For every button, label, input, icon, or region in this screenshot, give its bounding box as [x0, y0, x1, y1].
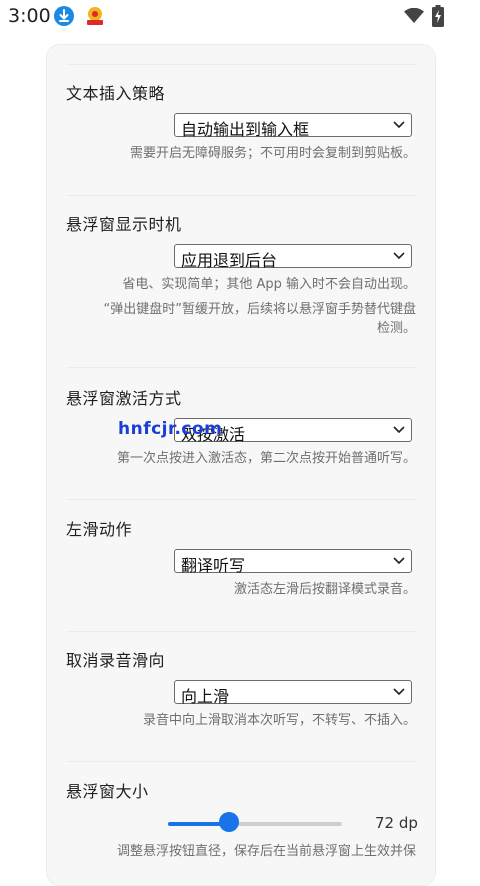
select-value: 翻译听写: [181, 556, 246, 575]
divider: [66, 761, 416, 762]
divider: [66, 195, 416, 196]
setting-description: 调整悬浮按钮直径，保存后在当前悬浮窗上生效并保: [116, 844, 416, 859]
setting-title: 悬浮窗激活方式: [66, 389, 182, 408]
chevron-down-icon: [393, 557, 405, 565]
setting-title: 取消录音滑向: [66, 651, 166, 670]
setting-description: 录音中向上滑取消本次听写，不转写、不插入。: [142, 713, 416, 728]
divider: [66, 631, 416, 632]
download-icon: [54, 6, 74, 26]
select-value: 向上滑: [181, 687, 230, 706]
wifi-icon: [404, 7, 424, 24]
setting-description: 检测。: [376, 321, 416, 336]
watermark-text: hnfcjr.com: [118, 419, 223, 439]
text-insert-strategy-select[interactable]: 自动输出到输入框: [174, 113, 412, 139]
chevron-down-icon: [393, 252, 405, 260]
chevron-down-icon: [393, 426, 405, 434]
setting-title: 悬浮窗大小: [66, 782, 149, 801]
cancel-recording-swipe-select[interactable]: 向上滑: [174, 680, 412, 706]
chevron-down-icon: [393, 121, 405, 129]
setting-description: 第一次点按进入激活态，第二次点按开始普通听写。: [116, 451, 416, 466]
select-value: 自动输出到输入框: [181, 120, 310, 139]
size-slider-value: 72 dp: [375, 814, 418, 832]
divider: [66, 64, 416, 65]
divider: [66, 499, 416, 500]
select-value: 应用退到后台: [181, 251, 278, 270]
chevron-down-icon: [393, 688, 405, 696]
float-window-timing-select[interactable]: 应用退到后台: [174, 244, 412, 270]
setting-description: 激活态左滑后按翻译模式录音。: [233, 582, 416, 597]
swipe-left-action-select[interactable]: 翻译听写: [174, 549, 412, 575]
battery-charging-icon: [432, 5, 444, 27]
status-time: 3:00: [8, 5, 51, 27]
app-badge-icon: [84, 5, 106, 27]
setting-description: 省电、实现简单；其他 App 输入时不会自动出现。: [122, 277, 416, 292]
setting-title: 左滑动作: [66, 520, 133, 539]
divider: [66, 367, 416, 368]
status-bar: 3:00: [0, 0, 480, 32]
setting-description: “弹出键盘时”暂缓开放，后续将以悬浮窗手势替代键盘: [103, 302, 416, 317]
setting-description: 需要开启无障碍服务；不可用时会复制到剪贴板。: [129, 146, 416, 161]
size-slider-thumb[interactable]: [218, 812, 239, 832]
setting-title: 悬浮窗显示时机: [66, 215, 182, 234]
setting-title: 文本插入策略: [66, 84, 166, 103]
